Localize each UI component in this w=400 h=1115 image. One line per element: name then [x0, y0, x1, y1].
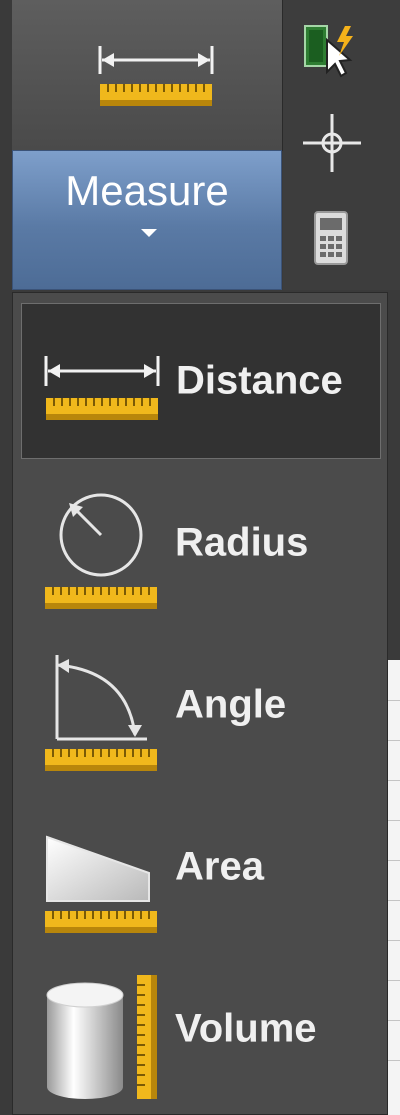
radius-icon: [45, 493, 157, 609]
area-icon: [45, 835, 157, 933]
menu-item-angle[interactable]: Angle: [21, 627, 381, 783]
menu-item-label: Area: [175, 844, 264, 889]
side-toolbar: [283, 0, 400, 290]
distance-icon: [44, 356, 160, 420]
menu-item-distance[interactable]: Distance: [21, 303, 381, 459]
measure-icon-button[interactable]: [12, 0, 283, 151]
menu-item-area[interactable]: Area: [21, 789, 381, 945]
volume-icon: [46, 975, 157, 1099]
crosshair-icon[interactable]: [301, 112, 363, 174]
measure-dropdown-menu: Distance Radius Angle Area Volume: [12, 292, 388, 1115]
menu-item-label: Radius: [175, 520, 309, 565]
menu-item-label: Angle: [175, 682, 287, 727]
menu-item-label: Distance: [176, 358, 343, 403]
quick-select-icon[interactable]: [301, 22, 359, 78]
menu-item-radius[interactable]: Radius: [21, 465, 381, 621]
measure-distance-icon: [98, 46, 214, 106]
calculator-icon[interactable]: [313, 210, 349, 266]
drawing-area-edge: [386, 660, 400, 1115]
measure-label: Measure: [65, 167, 229, 214]
menu-item-volume[interactable]: Volume: [21, 951, 381, 1107]
angle-icon: [45, 655, 157, 771]
menu-item-label: Volume: [175, 1006, 317, 1051]
measure-dropdown-button[interactable]: Measure: [12, 150, 282, 290]
caret-down-icon: [141, 229, 157, 237]
